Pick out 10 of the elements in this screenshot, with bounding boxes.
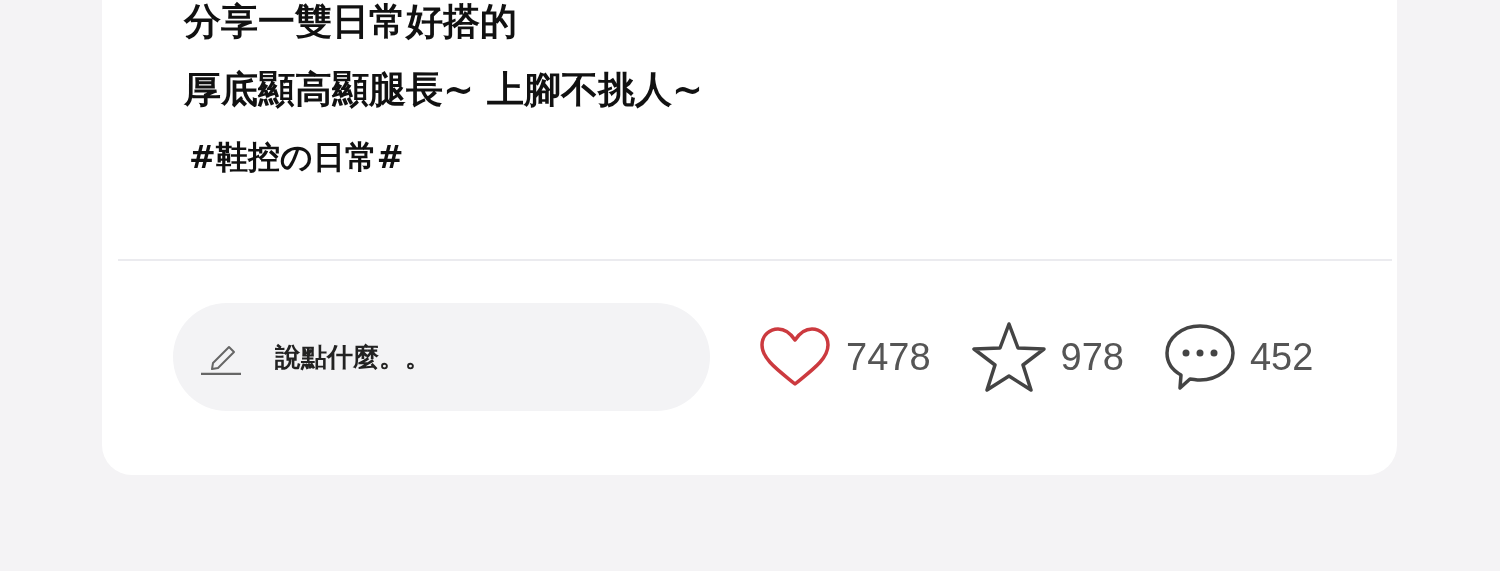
star-icon[interactable]	[970, 321, 1047, 393]
comment-field[interactable]: 說點什麼。。	[173, 303, 710, 411]
post-text: 厚底顯高顯腿長~ 上腳不挑人~	[184, 67, 703, 113]
count-label: 452	[1249, 335, 1314, 379]
comment-icon[interactable]	[1163, 323, 1236, 391]
post-text: 分享一雙日常好搭的	[184, 0, 517, 45]
hashtag-link[interactable]: #鞋控の日常#	[189, 124, 404, 190]
count-label: 978	[1060, 335, 1124, 379]
count-label: 7478	[846, 335, 931, 379]
heart-icon[interactable]	[758, 326, 832, 388]
